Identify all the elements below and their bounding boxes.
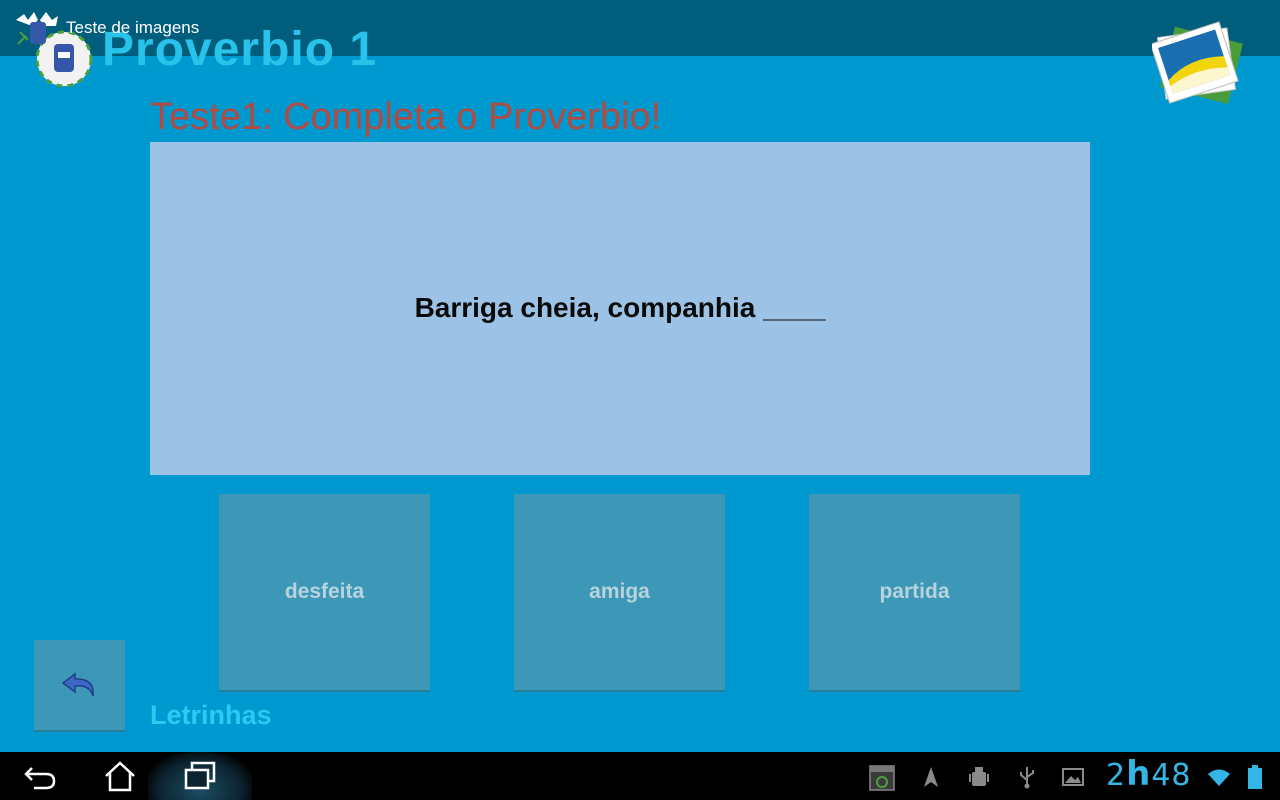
clock-minutes: 48 (1151, 758, 1192, 793)
status-clock: 2h48 (1106, 754, 1192, 794)
home-icon[interactable] (102, 760, 138, 792)
recent-apps-icon[interactable] (182, 760, 218, 792)
answer-button-desfeita[interactable]: desfeita (219, 494, 430, 692)
answer-button-amiga[interactable]: amiga (514, 494, 725, 692)
battery-icon (1248, 765, 1262, 789)
photo-gallery-icon[interactable] (1152, 20, 1248, 114)
answer-label: partida (879, 580, 950, 603)
back-icon[interactable] (22, 760, 58, 792)
android-debug-icon (969, 767, 989, 786)
navigation-icon (924, 767, 938, 787)
undo-arrow-icon (61, 672, 94, 697)
answer-label: desfeita (284, 580, 365, 603)
answer-button-partida[interactable]: partida (809, 494, 1020, 692)
usb-icon (1020, 767, 1034, 789)
clock-h: h (1126, 754, 1152, 794)
image-icon (1062, 768, 1084, 786)
quiz-subtitle: Teste1: Completa o Proverbio! (150, 96, 662, 138)
screenshot-icon[interactable] (868, 764, 896, 792)
system-navigation-bar (0, 752, 1280, 800)
question-text: Barriga cheia, companhia ____ (414, 291, 826, 323)
app-title: Teste de imagens (66, 18, 200, 37)
question-panel: Barriga cheia, companhia ____ (150, 142, 1090, 475)
undo-button[interactable] (34, 640, 125, 732)
wifi-icon (1208, 769, 1230, 786)
footer-label: Letrinhas (150, 700, 272, 730)
clock-hour: 2 (1106, 758, 1127, 793)
app-icon[interactable] (14, 6, 60, 50)
answer-label: amiga (589, 580, 650, 603)
